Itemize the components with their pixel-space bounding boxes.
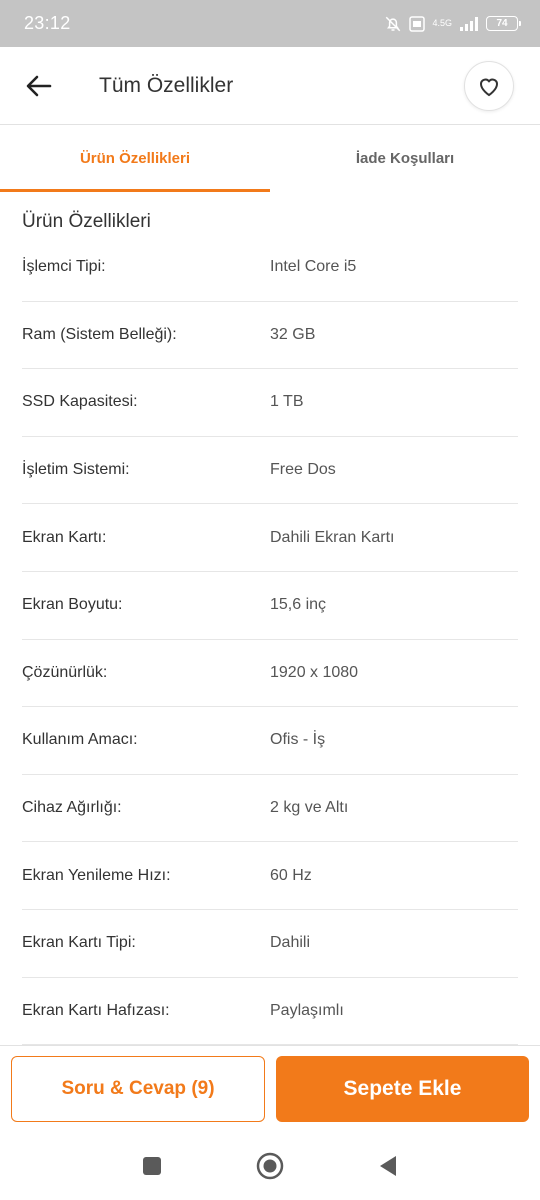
page-title: Tüm Özellikler [99, 73, 234, 97]
signal-icon [459, 16, 479, 32]
question-answer-button[interactable]: Soru & Cevap (9) [11, 1056, 265, 1122]
battery-icon: 74 [486, 16, 521, 31]
spec-value: 2 kg ve Altı [270, 799, 349, 817]
spec-value: Paylaşımlı [270, 1001, 344, 1019]
heart-outline-icon [479, 78, 499, 97]
spec-label: Ekran Kartı: [22, 528, 107, 546]
recent-apps-square-icon [143, 1157, 161, 1175]
spec-label: Ekran Kartı Hafızası: [22, 1001, 170, 1019]
section-title: Ürün Özellikleri [22, 211, 151, 232]
volte-icon [409, 15, 426, 32]
spec-value: 1920 x 1080 [270, 663, 359, 681]
spec-value: 32 GB [270, 325, 316, 343]
spec-label: SSD Kapasitesi: [22, 393, 138, 411]
spec-value: Intel Core i5 [270, 258, 357, 276]
specs-content: Ürün Özellikleri İşlemci Tipi: Intel Cor… [0, 192, 540, 1045]
spec-value: 60 Hz [270, 866, 312, 884]
spec-label: Kullanım Amacı: [22, 731, 138, 749]
network-type: 4.5G [432, 18, 452, 28]
arrow-left-icon [26, 75, 52, 96]
spec-label: Çözünürlük: [22, 663, 108, 681]
status-bar: 23:12 4.5G 74 [0, 0, 540, 47]
home-circle-icon [256, 1152, 284, 1180]
mute-bell-icon [384, 15, 402, 33]
spec-row: Ekran Yenileme Hızı: 60 Hz [22, 842, 518, 910]
status-time: 23:12 [24, 13, 71, 33]
spec-row: Çözünürlük: 1920 x 1080 [22, 640, 518, 708]
spec-label: İşlemci Tipi: [22, 258, 106, 276]
spec-label: İşletim Sistemi: [22, 461, 130, 479]
spec-label: Ram (Sistem Belleği): [22, 325, 177, 343]
spec-label: Cihaz Ağırlığı: [22, 799, 122, 817]
system-nav-bar [0, 1132, 540, 1200]
back-button[interactable] [4, 47, 74, 125]
favorite-button[interactable] [464, 61, 514, 111]
spec-row: Ram (Sistem Belleği): 32 GB [22, 302, 518, 370]
spec-value: Dahili Ekran Kartı [270, 528, 395, 546]
spec-row: Ekran Kartı: Dahili Ekran Kartı [22, 504, 518, 572]
spec-value: Free Dos [270, 461, 336, 479]
spec-row: Ekran Boyutu: 15,6 inç [22, 572, 518, 640]
spec-row: Ekran Kartı Hafızası: Paylaşımlı [22, 978, 518, 1045]
tab-product-features[interactable]: Ürün Özellikleri [0, 125, 270, 192]
spec-label: Ekran Kartı Tipi: [22, 934, 136, 952]
bottom-action-bar: Soru & Cevap (9) Sepete Ekle [0, 1045, 540, 1132]
spec-value: Ofis - İş [270, 731, 326, 749]
add-to-cart-button[interactable]: Sepete Ekle [276, 1056, 529, 1122]
spec-row: Kullanım Amacı: Ofis - İş [22, 707, 518, 775]
spec-value: Dahili [270, 934, 311, 952]
home-button[interactable] [256, 1152, 284, 1180]
tab-bar: Ürün Özellikleri İade Koşulları [0, 125, 540, 192]
spec-label: Ekran Boyutu: [22, 596, 123, 614]
recent-apps-button[interactable] [138, 1152, 166, 1180]
tab-return-conditions[interactable]: İade Koşulları [270, 125, 540, 192]
spec-row: SSD Kapasitesi: 1 TB [22, 369, 518, 437]
spec-row: Ekran Kartı Tipi: Dahili [22, 910, 518, 978]
system-back-button[interactable] [374, 1152, 402, 1180]
spec-value: 15,6 inç [270, 596, 327, 614]
app-header: Tüm Özellikler [0, 47, 540, 125]
spec-value: 1 TB [270, 393, 304, 411]
status-icons: 4.5G 74 [384, 15, 521, 33]
spec-row: İşlemci Tipi: Intel Core i5 [22, 234, 518, 302]
spec-list: İşlemci Tipi: Intel Core i5 Ram (Sistem … [22, 234, 518, 1045]
back-triangle-icon [380, 1156, 396, 1176]
spec-row: Cihaz Ağırlığı: 2 kg ve Altı [22, 775, 518, 843]
spec-row: İşletim Sistemi: Free Dos [22, 437, 518, 505]
spec-label: Ekran Yenileme Hızı: [22, 866, 171, 884]
